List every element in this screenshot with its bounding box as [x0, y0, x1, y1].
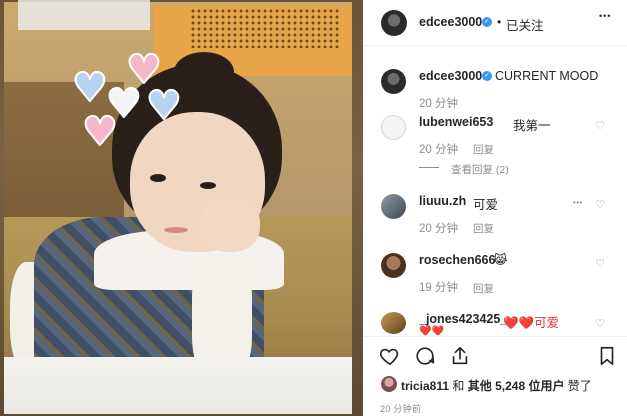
- liker-avatar[interactable]: [381, 376, 397, 392]
- heart-outline-icon[interactable]: [379, 345, 401, 367]
- header-separator: •: [497, 15, 502, 29]
- caption-username[interactable]: edcee3000: [419, 69, 482, 83]
- likes-conj: 和: [452, 379, 465, 393]
- liker-username[interactable]: tricia811: [401, 379, 449, 393]
- actions-divider: [363, 336, 627, 337]
- header-username[interactable]: edcee3000: [419, 15, 482, 29]
- reply-button[interactable]: 回复: [473, 142, 494, 157]
- comment-username[interactable]: rosechen666: [419, 253, 495, 267]
- sign-lettering: [190, 8, 340, 48]
- follow-status-button[interactable]: 已关注: [506, 15, 544, 34]
- share-icon[interactable]: [449, 345, 471, 367]
- blue-heart-sticker-icon: ♥: [145, 83, 183, 129]
- post-timestamp[interactable]: 20 分钟前: [380, 402, 421, 415]
- verified-badge-icon: ✓: [482, 17, 492, 27]
- reply-button[interactable]: 回复: [473, 221, 494, 236]
- caption-time: 20 分钟: [419, 98, 458, 110]
- tape-strip: [18, 0, 150, 30]
- post-side-panel: edcee3000 ✓ • 已关注 ••• edcee3000 ✓ CURREN…: [363, 0, 627, 416]
- comment-text: 可爱: [473, 198, 499, 212]
- child-right-eye: [200, 182, 216, 189]
- comment-text: 😹: [493, 252, 508, 267]
- comment-text: 我第一: [513, 119, 551, 133]
- verified-badge-icon: ✓: [482, 71, 492, 81]
- reply-button[interactable]: 回复: [473, 281, 494, 296]
- likes-suffix: 赞了: [567, 379, 592, 393]
- comment-username[interactable]: liuuu.zh: [419, 194, 466, 208]
- child-mouth: [164, 227, 188, 233]
- more-options-icon[interactable]: •••: [599, 11, 611, 21]
- caption-avatar[interactable]: [381, 69, 406, 94]
- white-table: [4, 357, 352, 414]
- comment-avatar[interactable]: [381, 194, 406, 219]
- heart-outline-icon[interactable]: ♡: [594, 258, 606, 270]
- child-hand: [200, 198, 260, 252]
- bookmark-icon[interactable]: [596, 345, 618, 367]
- post-header: edcee3000 ✓ • 已关注 •••: [363, 0, 627, 46]
- comment-time: 19 分钟: [419, 282, 458, 294]
- comment-username[interactable]: lubenwei653: [419, 115, 493, 129]
- likes-count-link[interactable]: 其他 5,248 位用户: [468, 379, 565, 393]
- avatar[interactable]: [381, 10, 407, 36]
- caption-text: CURRENT MOOD: [495, 69, 599, 83]
- photo-print: [4, 2, 352, 414]
- child-hair-bun: [174, 52, 234, 92]
- view-replies-button[interactable]: 查看回复 (2): [451, 162, 509, 177]
- comment-icon[interactable]: [414, 345, 436, 367]
- comment-time: 20 分钟: [419, 144, 458, 156]
- comment-avatar[interactable]: [381, 312, 406, 334]
- comment-username[interactable]: _jones423425_: [419, 312, 507, 326]
- post-photo[interactable]: ♥ ♥ ♥ ♥ ♥: [0, 0, 363, 416]
- replies-divider: [419, 167, 439, 168]
- pink-heart-sticker-icon: ♥: [81, 109, 119, 155]
- comment-more-icon[interactable]: •••: [573, 198, 583, 207]
- comment-avatar[interactable]: [381, 253, 406, 278]
- heart-outline-icon[interactable]: ♡: [594, 199, 606, 211]
- heart-outline-icon[interactable]: ♡: [594, 318, 606, 330]
- blue-heart-sticker-icon: ♥: [71, 65, 109, 111]
- comment-time: 20 分钟: [419, 223, 458, 235]
- likes-summary: tricia811 和 其他 5,248 位用户 赞了: [401, 377, 592, 394]
- child-left-eye: [150, 174, 166, 182]
- comment-avatar[interactable]: [381, 115, 406, 140]
- comment-text: ❤️❤️可爱: [503, 315, 560, 330]
- heart-outline-icon[interactable]: ♡: [594, 120, 606, 132]
